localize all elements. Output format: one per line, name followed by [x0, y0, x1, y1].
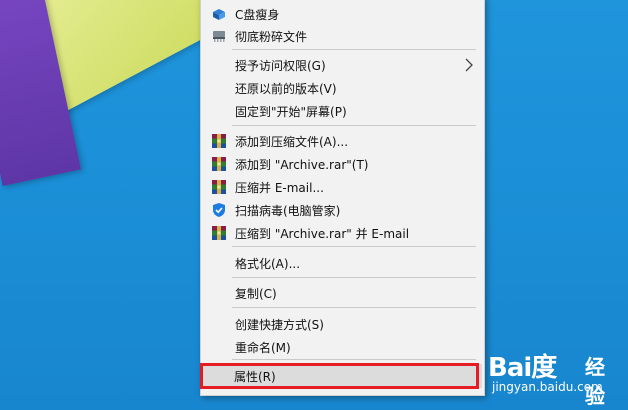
menu-item-label: 格式化(A)...: [235, 256, 301, 271]
winrar-icon: [212, 134, 226, 148]
menu-separator: [232, 246, 476, 247]
winrar-icon: [212, 226, 226, 240]
menu-item-format[interactable]: 格式化(A)...: [201, 252, 484, 274]
menu-separator: [232, 277, 476, 278]
menu-item-label: 添加到 "Archive.rar"(T): [235, 157, 369, 172]
menu-separator: [232, 359, 476, 360]
shredder-icon: [213, 31, 225, 42]
menu-item-label: 复制(C): [235, 286, 277, 301]
menu-item-label: 还原以前的版本(V): [235, 81, 337, 96]
menu-item-c-disk-slim[interactable]: C盘瘦身: [201, 3, 484, 25]
menu-item-label: 扫描病毒(电脑管家): [235, 203, 341, 218]
menu-item-label: 彻底粉碎文件: [235, 29, 308, 44]
menu-item-add-to-archive[interactable]: 添加到压缩文件(A)...: [201, 130, 484, 152]
shield-icon: [213, 203, 225, 217]
winrar-icon: [212, 180, 226, 194]
menu-item-restore-versions[interactable]: 还原以前的版本(V): [201, 77, 484, 99]
annotation-highlight-box: [200, 363, 479, 389]
menu-separator: [232, 49, 476, 50]
menu-item-label: 添加到压缩文件(A)...: [235, 134, 349, 149]
menu-item-copy[interactable]: 复制(C): [201, 282, 484, 304]
menu-item-label: 固定到"开始"屏幕(P): [235, 104, 347, 119]
menu-item-label: 压缩并 E-mail...: [235, 180, 324, 195]
menu-item-create-shortcut[interactable]: 创建快捷方式(S): [201, 313, 484, 335]
menu-item-label: 授予访问权限(G): [235, 58, 326, 73]
menu-item-label: 重命名(M): [235, 340, 291, 355]
baidu-jingyan-watermark: Bai度 经验 jingyan.baidu.com: [488, 347, 624, 408]
menu-item-pin-to-start[interactable]: 固定到"开始"屏幕(P): [201, 100, 484, 122]
menu-separator: [232, 125, 476, 126]
menu-item-shred-file[interactable]: 彻底粉碎文件: [201, 25, 484, 47]
menu-item-label: 创建快捷方式(S): [235, 317, 324, 332]
menu-item-grant-access[interactable]: 授予访问权限(G): [201, 54, 484, 76]
menu-item-label: 压缩到 "Archive.rar" 并 E-mail: [235, 226, 410, 241]
context-menu: C盘瘦身 彻底粉碎文件 授予访问权限(G) 还原以前的版本(V) 固定到"开始"…: [200, 0, 485, 396]
chevron-right-icon: [465, 58, 473, 72]
menu-item-compress-email[interactable]: 压缩并 E-mail...: [201, 176, 484, 198]
menu-separator: [232, 307, 476, 308]
watermark-url: jingyan.baidu.com: [492, 380, 603, 394]
menu-item-add-to-archive-rar[interactable]: 添加到 "Archive.rar"(T): [201, 153, 484, 175]
menu-item-rename[interactable]: 重命名(M): [201, 336, 484, 358]
menu-item-label: C盘瘦身: [235, 7, 280, 22]
winrar-icon: [212, 157, 226, 171]
menu-item-scan-virus[interactable]: 扫描病毒(电脑管家): [201, 199, 484, 221]
menu-item-compress-to-rar-email[interactable]: 压缩到 "Archive.rar" 并 E-mail: [201, 222, 484, 244]
disk-clean-icon: [213, 9, 225, 20]
watermark-logo: Bai度: [488, 353, 557, 383]
